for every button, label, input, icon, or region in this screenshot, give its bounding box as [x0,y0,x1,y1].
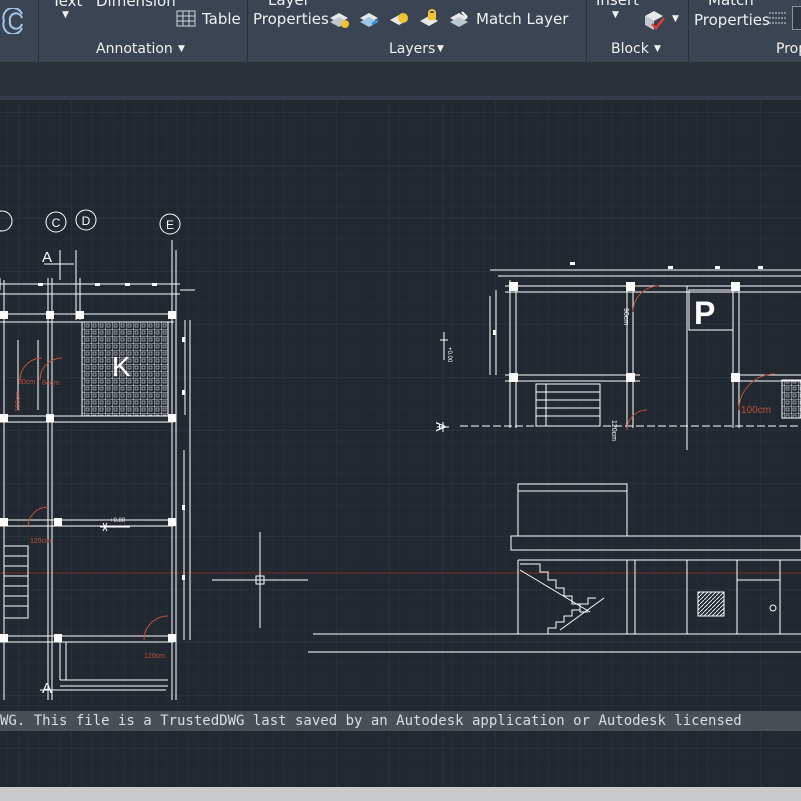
file-tab-bar [0,62,801,98]
block-panel-label[interactable]: Block [611,41,649,57]
level-000: +0.00 [446,347,452,363]
layers-panel-label[interactable]: Layers [389,41,435,57]
match-layer-icon[interactable] [448,8,470,34]
status-bar [0,787,801,801]
ribbon-left-icon[interactable] [0,6,26,36]
annotation-panel-label[interactable]: Annotation [96,41,173,57]
block-panel-chevron-icon[interactable]: ▼ [654,44,661,54]
room-label-k: K [112,351,131,382]
layer-freeze-icon[interactable] [388,8,410,34]
block-chevron-icon[interactable]: ▼ [672,14,679,24]
properties-dropdown[interactable] [792,6,801,30]
level-080: +0.80 [110,518,126,524]
chevron-down-icon[interactable]: ▼ [62,10,69,20]
create-block-icon[interactable] [642,8,666,36]
room-label-p: P [694,295,715,331]
model-space[interactable]: C D E A A K P 80cm 84cm 100cm 120cm 120c… [0,100,801,790]
match-properties-button[interactable]: Properties [694,11,770,29]
section-mark-right: A [433,422,449,432]
grid-bubble-label-c: C [52,216,61,230]
dim-120cm-vertical: 120cm [610,420,617,441]
table-button[interactable]: Table [202,10,241,28]
dim-100cm-left: 100cm [15,391,22,412]
dimension-button[interactable]: Dimension [96,0,176,10]
layer-lock-icon[interactable] [418,8,440,34]
drawing-canvas[interactable]: C D E A A K P 80cm 84cm 100cm 120cm 120c… [0,100,801,790]
layer-off-icon[interactable] [328,8,350,34]
layer-properties-label-top[interactable]: Layer [268,0,310,9]
grid-bubble-label-e: E [166,218,174,232]
grid-bubble-label-d: D [82,214,91,228]
dim-120cm-b: 120cm [144,653,165,660]
text-button[interactable]: Text [52,0,82,10]
match-properties-label-top[interactable]: Match [708,0,754,9]
annotation-panel-chevron-icon[interactable]: ▼ [178,44,185,54]
dim-90cm: 90cm [622,308,629,325]
ribbon: Text ▼ Dimension Table Annotation ▼ Laye… [0,0,801,62]
match-layer-button[interactable]: Match Layer [476,10,568,28]
layer-isolate-icon[interactable] [358,8,380,34]
layer-properties-button[interactable]: Properties [253,10,329,28]
insert-button[interactable]: Insert [596,0,639,9]
insert-chevron-icon[interactable]: ▼ [612,10,619,20]
table-icon[interactable] [176,10,196,31]
section-mark-top: A [42,249,52,266]
dim-84cm: 84cm [42,380,59,387]
command-line-output: WG. This file is a TrustedDWG last saved… [0,711,801,731]
layers-panel-chevron-icon[interactable]: ▼ [437,44,444,54]
properties-panel-label[interactable]: Prop [776,41,801,57]
dim-100cm-right: 100cm [741,405,771,416]
dim-120cm-a: 120cm [30,538,51,545]
section-mark-bottom: A [42,680,52,697]
lineweight-icon[interactable] [768,10,788,30]
dim-80cm: 80cm [18,379,35,386]
